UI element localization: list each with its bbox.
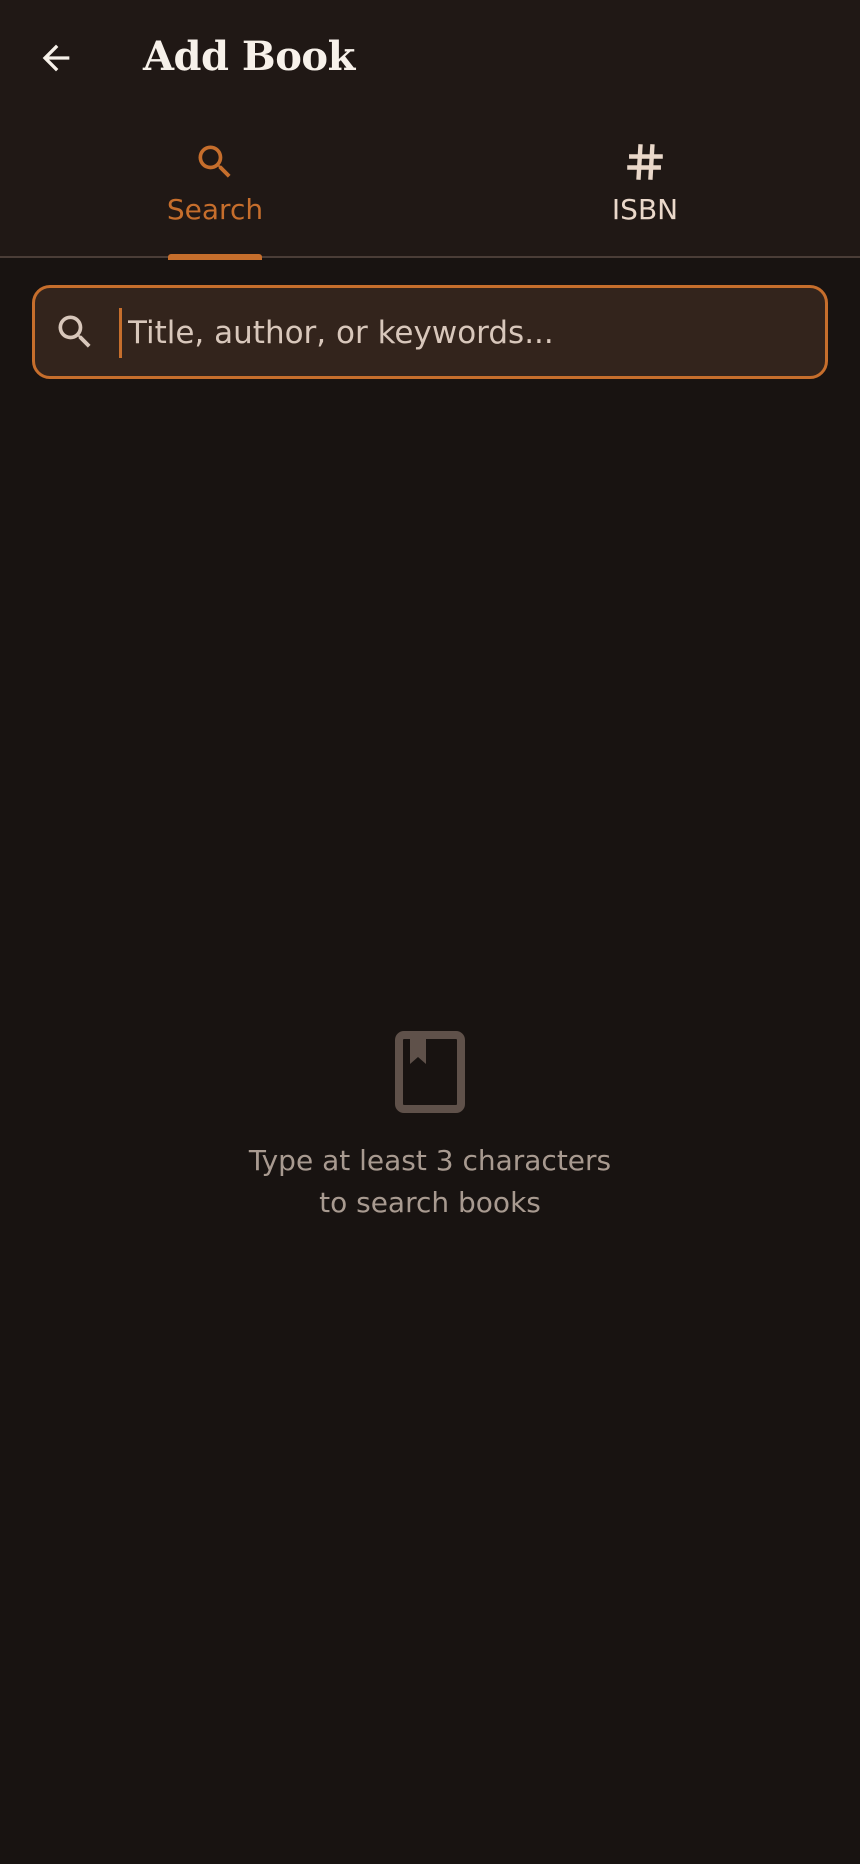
empty-state-line-2: to search books (319, 1186, 541, 1219)
hash-icon (627, 144, 663, 180)
page-title: Add Book (143, 33, 355, 80)
search-icon (198, 145, 231, 178)
search-input[interactable] (119, 308, 809, 358)
back-button[interactable] (26, 28, 86, 88)
arrow-back-icon (42, 44, 70, 72)
tab-isbn[interactable]: ISBN (430, 114, 860, 256)
tab-search[interactable]: Search (0, 114, 430, 260)
empty-state-message: Type at least 3 characters to search boo… (0, 1140, 860, 1224)
tab-bar: Search ISBN (0, 114, 860, 260)
tab-isbn-label: ISBN (611, 193, 679, 226)
empty-state-line-1: Type at least 3 characters (248, 1144, 612, 1177)
tab-selected-indicator (168, 254, 262, 260)
empty-state: Type at least 3 characters to search boo… (0, 1030, 860, 1224)
book-icon (395, 1031, 465, 1113)
tab-search-label: Search (166, 193, 264, 226)
search-icon (58, 315, 91, 348)
app-bar: Add Book (0, 0, 860, 114)
search-box[interactable] (32, 285, 828, 379)
